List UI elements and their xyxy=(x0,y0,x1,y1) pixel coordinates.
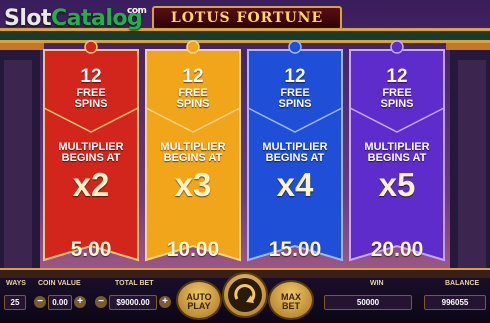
total-bet-value: $9000.00 xyxy=(109,295,157,310)
multiplier-value: x2 xyxy=(72,166,110,203)
watermark-logo: SlotCatalog com xyxy=(4,6,147,31)
win-value: 50000 xyxy=(324,295,412,310)
spin-button[interactable] xyxy=(222,272,268,318)
spin-arrow-icon xyxy=(228,278,262,312)
multiplier-label: MULTIPLIER BEGINS AT xyxy=(364,141,430,164)
free-spins-option-4[interactable]: 12 FREE SPINS MULTIPLIER BEGINS AT x5 20.0… xyxy=(348,46,446,266)
win-label: WIN xyxy=(370,280,384,287)
option-value: 10.00 xyxy=(166,238,220,261)
free-spins-count: 12 xyxy=(182,66,204,87)
multiplier-label: MULTIPLIER BEGINS AT xyxy=(160,141,226,164)
coin-value: 0.00 xyxy=(48,295,72,310)
watermark-suffix: com xyxy=(127,6,147,16)
red-gem-icon xyxy=(84,40,98,54)
autoplay-button[interactable]: AUTO PLAY xyxy=(176,280,222,320)
game-title-plaque: LOTUS FORTUNE xyxy=(152,6,342,30)
bet-plus-button[interactable]: + xyxy=(159,296,171,308)
multiplier-label: MULTIPLIER BEGINS AT xyxy=(58,141,124,164)
free-spins-label: FREE SPINS xyxy=(278,87,312,110)
ways-label: WAYS xyxy=(6,280,26,287)
coin-value-label: COIN VALUE xyxy=(38,280,81,287)
free-spins-count: 12 xyxy=(386,66,408,87)
multiplier-value: x3 xyxy=(174,166,212,203)
free-spins-count: 12 xyxy=(284,66,306,87)
blue-gem-icon xyxy=(288,40,302,54)
free-spins-label: FREE SPINS xyxy=(380,87,414,110)
balance-label: BALANCE xyxy=(445,280,480,287)
coin-minus-button[interactable]: − xyxy=(34,296,46,308)
coin-plus-button[interactable]: + xyxy=(74,296,86,308)
bet-minus-button[interactable]: − xyxy=(95,296,107,308)
free-spins-option-2[interactable]: 12 FREE SPINS MULTIPLIER BEGINS AT x3 10.0… xyxy=(144,46,242,266)
orange-gem-icon xyxy=(186,40,200,54)
option-value: 20.00 xyxy=(370,238,424,261)
option-value: 15.00 xyxy=(268,238,322,261)
balance-value: 996055 xyxy=(424,295,486,310)
game-title: LOTUS FORTUNE xyxy=(170,10,324,26)
watermark-part-1: Slot xyxy=(4,6,52,31)
multiplier-label: MULTIPLIER BEGINS AT xyxy=(262,141,328,164)
multiplier-value: x4 xyxy=(276,166,314,203)
free-spins-option-3[interactable]: 12 FREE SPINS MULTIPLIER BEGINS AT x4 15.0… xyxy=(246,46,344,266)
ways-value: 25 xyxy=(4,295,26,310)
bottom-hud: WAYS 25 COIN VALUE − 0.00 + TOTAL BET − … xyxy=(0,272,490,323)
free-spins-count: 12 xyxy=(80,66,102,87)
free-spins-label: FREE SPINS xyxy=(176,87,210,110)
option-value: 5.00 xyxy=(70,238,112,261)
total-bet-label: TOTAL BET xyxy=(115,280,154,287)
max-bet-button[interactable]: MAX BET xyxy=(268,280,314,320)
multiplier-value: x5 xyxy=(378,166,416,203)
free-spins-option-1[interactable]: 12 FREE SPINS MULTIPLIER BEGINS AT x2 5.00 xyxy=(42,46,140,266)
purple-gem-icon xyxy=(390,40,404,54)
free-spins-label: FREE SPINS xyxy=(74,87,108,110)
